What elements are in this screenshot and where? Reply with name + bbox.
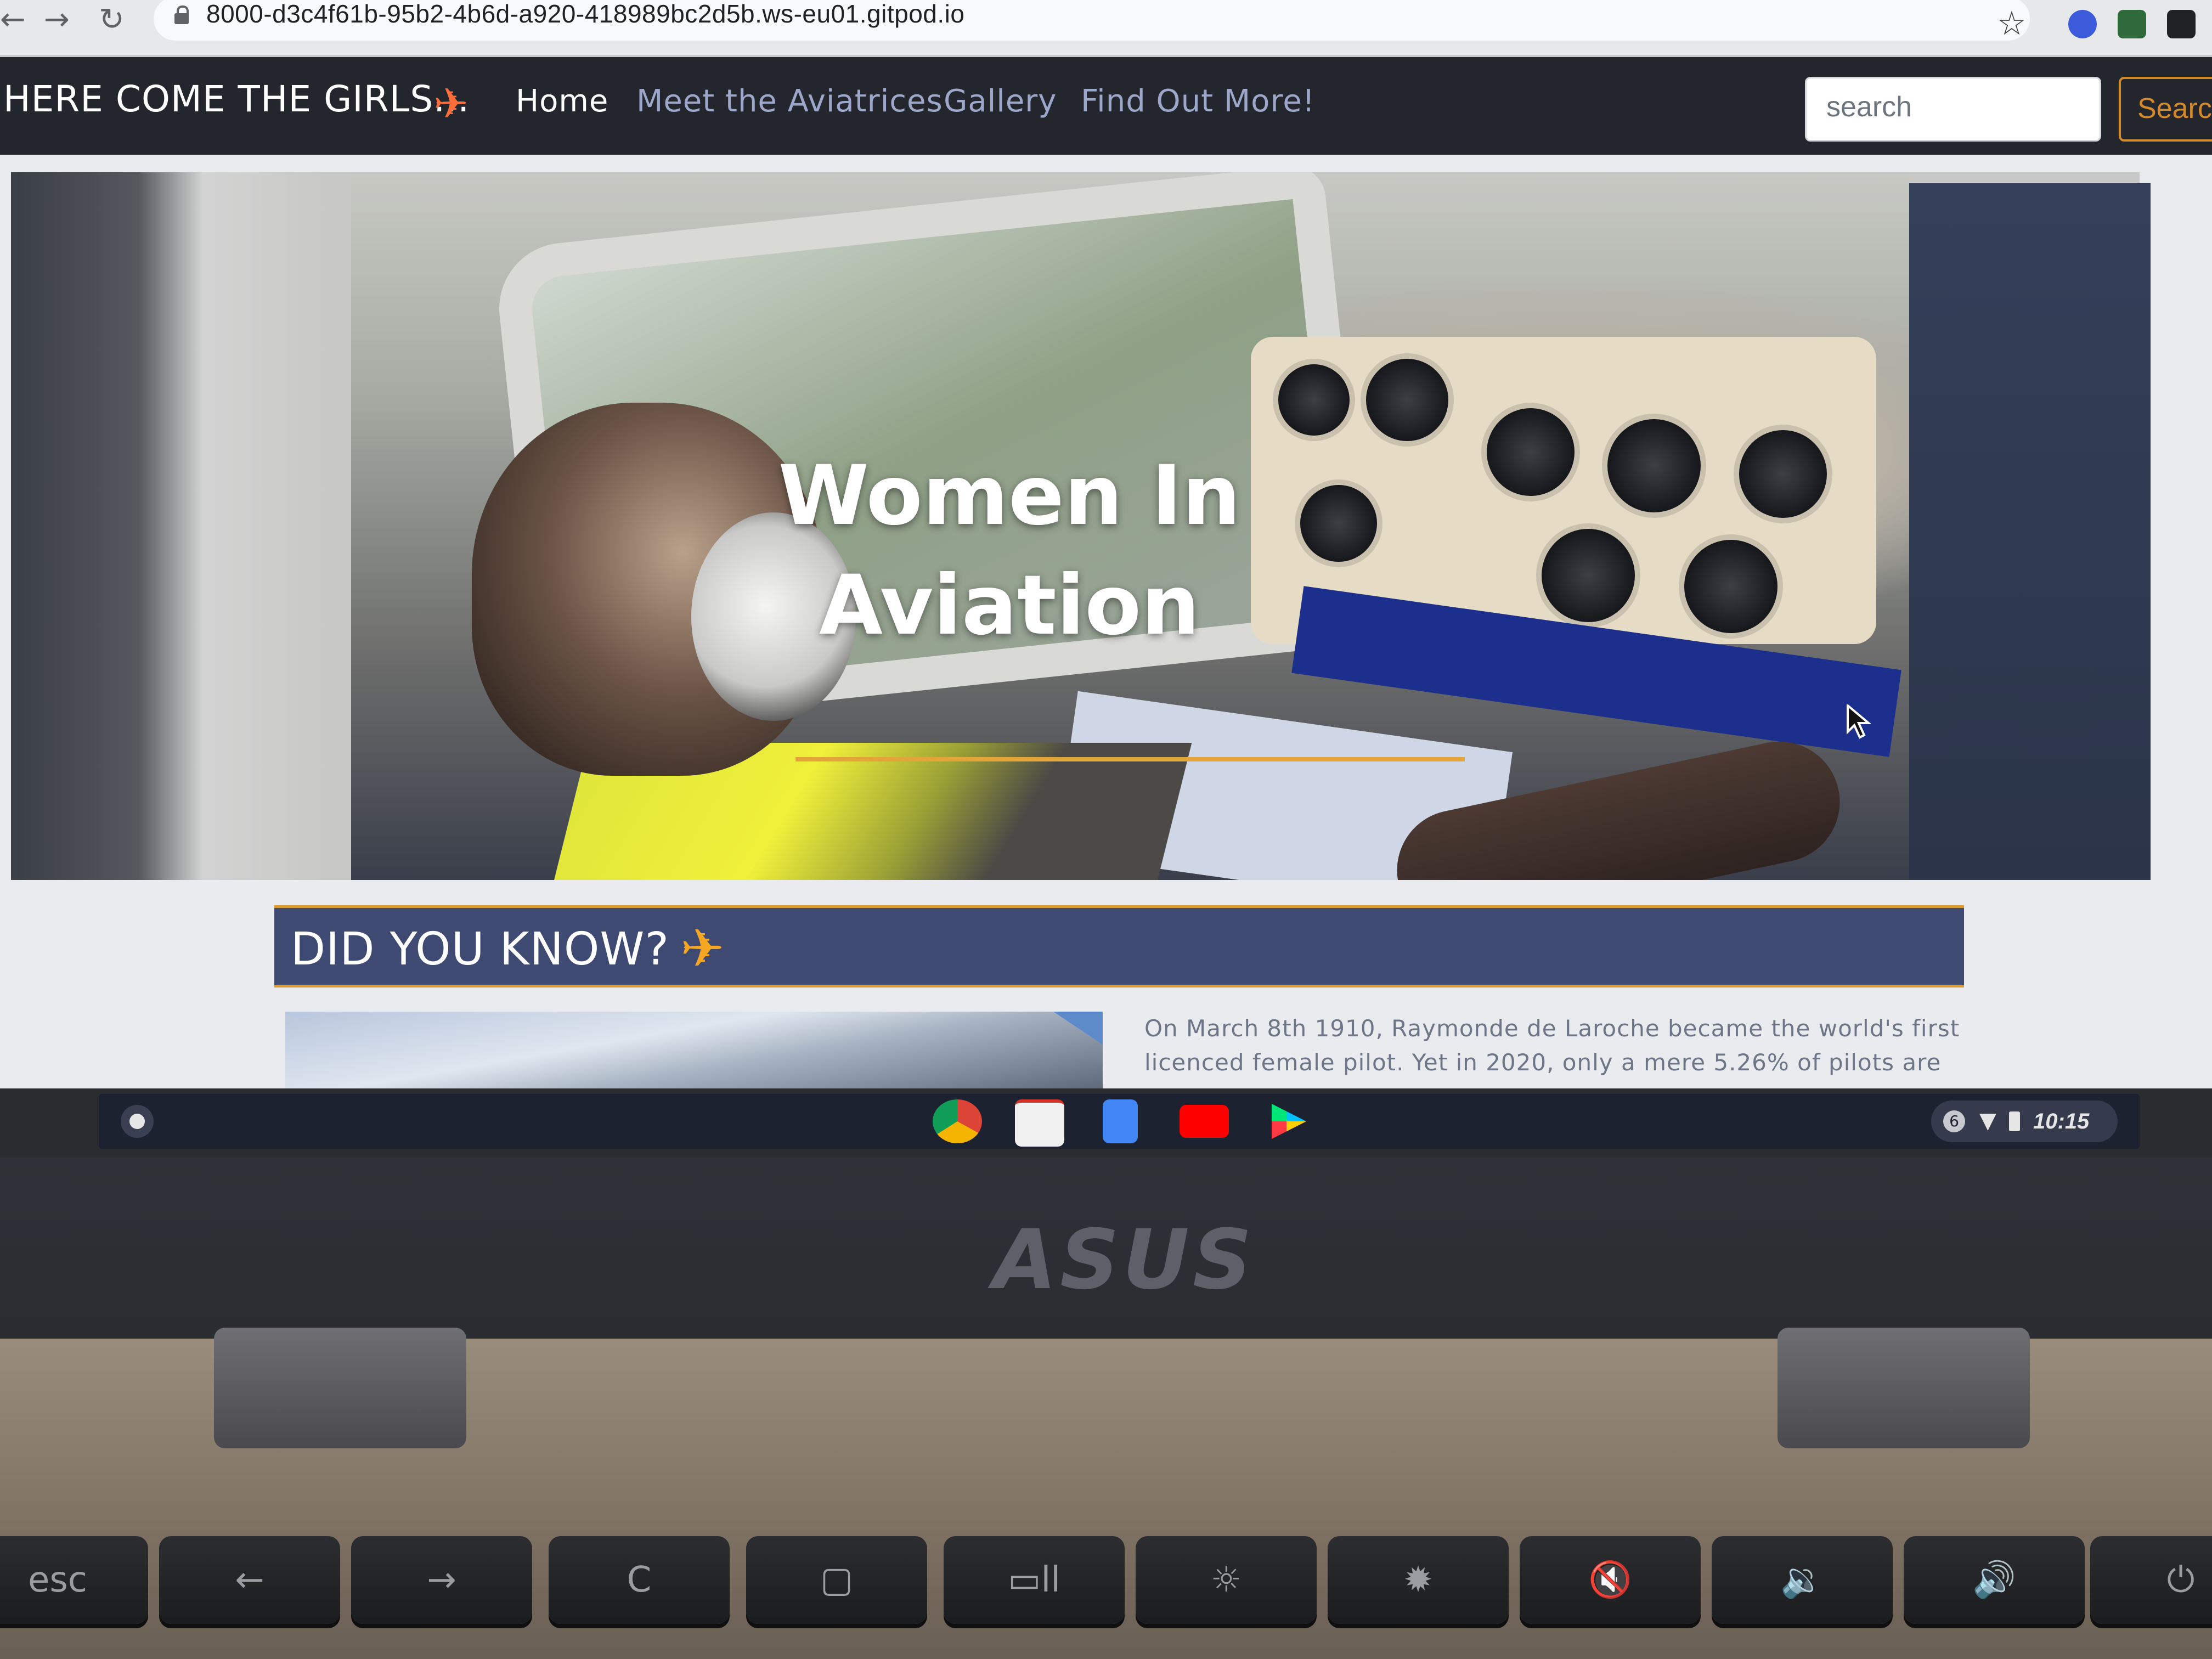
airplane-icon: ✈ <box>680 918 725 979</box>
key-mute[interactable]: 🔇 <box>1520 1536 1701 1624</box>
website: HERE COME THE GIRLS... ✈ Home Meet the A… <box>0 57 2212 1088</box>
nav-link-gallery[interactable]: Gallery <box>944 83 1057 119</box>
hero-title-line1: Women In <box>778 448 1241 544</box>
clock: 10:15 <box>2033 1109 2090 1133</box>
gauge-icon <box>1361 353 1454 447</box>
os-shelf: 6 ▼ 10:15 <box>99 1094 2140 1149</box>
gauge-icon <box>1273 359 1355 441</box>
chrome-icon[interactable] <box>933 1099 982 1143</box>
gauge-icon <box>1602 414 1706 518</box>
hero-title-line2: Aviation <box>819 558 1200 653</box>
search-input[interactable]: search <box>1805 77 2101 142</box>
back-icon[interactable]: ← <box>0 3 26 36</box>
gmail-icon[interactable] <box>1015 1099 1064 1147</box>
star-icon[interactable]: ☆ <box>1997 4 2027 43</box>
mouse-cursor-icon <box>1847 704 1871 739</box>
gauge-icon <box>1536 523 1640 628</box>
airplane-icon: ✈ <box>433 79 469 128</box>
docs-icon[interactable] <box>1103 1099 1138 1143</box>
browser-toolbar: ← → ↻ 8000-d3c4f61b-95b2-4b6d-a920-41898… <box>0 0 2212 57</box>
fact-line-2: licenced female pilot. Yet in 2020, only… <box>1144 1049 1942 1076</box>
top-navbar: HERE COME THE GIRLS... ✈ Home Meet the A… <box>0 57 2212 155</box>
play-store-icon[interactable] <box>1272 1104 1306 1139</box>
nav-link-home[interactable]: Home <box>516 83 608 119</box>
wifi-icon: ▼ <box>1979 1108 1996 1133</box>
hero-section: Women In Aviation <box>11 172 2151 880</box>
hero-title: Women In Aviation <box>571 441 1448 661</box>
key-overview[interactable]: ▭ll <box>944 1536 1125 1624</box>
key-back[interactable]: ← <box>159 1536 340 1624</box>
hinge-right <box>1778 1328 2030 1448</box>
notification-count-badge[interactable]: 6 <box>1943 1110 1965 1132</box>
hinge-left <box>214 1328 466 1448</box>
launcher-icon[interactable] <box>121 1105 154 1138</box>
did-you-know-banner: DID YOU KNOW? ✈ <box>274 905 1964 988</box>
key-fullscreen[interactable]: ▢ <box>746 1536 927 1624</box>
key-volume-down[interactable]: 🔉 <box>1712 1536 1893 1624</box>
youtube-icon[interactable] <box>1180 1105 1229 1138</box>
hero-underline <box>795 757 1465 761</box>
brand-title[interactable]: HERE COME THE GIRLS... <box>3 78 470 120</box>
nav-link-find-out-more[interactable]: Find Out More! <box>1081 83 1315 119</box>
address-bar[interactable]: 8000-d3c4f61b-95b2-4b6d-a920-418989bc2d5… <box>154 0 2030 41</box>
fact-image <box>285 1012 1103 1088</box>
fact-line-1: On March 8th 1910, Raymonde de Laroche b… <box>1144 1015 1960 1042</box>
gauge-icon <box>1734 425 1832 523</box>
lock-icon[interactable] <box>174 5 189 24</box>
key-forward[interactable]: → <box>351 1536 532 1624</box>
key-volume-up[interactable]: 🔊 <box>1904 1536 2085 1624</box>
reload-icon[interactable]: ↻ <box>99 3 125 36</box>
key-power[interactable]: ⏻ <box>2090 1536 2212 1624</box>
extension-shield-icon[interactable] <box>2068 10 2097 38</box>
forward-icon[interactable]: → <box>44 3 70 36</box>
key-brightness-up[interactable]: ✹ <box>1328 1536 1509 1624</box>
did-you-know-title: DID YOU KNOW? <box>291 923 670 975</box>
search-button[interactable]: Searc <box>2119 77 2212 142</box>
url-text[interactable]: 8000-d3c4f61b-95b2-4b6d-a920-418989bc2d5… <box>206 0 964 29</box>
key-brightness-down[interactable]: ☼ <box>1136 1536 1317 1624</box>
gauge-icon <box>1481 403 1580 501</box>
hero-side-panel <box>1898 183 2151 880</box>
key-refresh[interactable]: C <box>549 1536 730 1624</box>
extension-tree-icon[interactable] <box>2118 10 2146 38</box>
status-tray[interactable]: 6 ▼ 10:15 <box>1931 1101 2118 1142</box>
extensions-puzzle-icon[interactable] <box>2167 10 2196 38</box>
nav-link-meet-the-aviatrices[interactable]: Meet the Aviatrices <box>636 83 943 119</box>
asus-logo: ASUS <box>993 1212 1255 1308</box>
key-esc[interactable]: esc <box>0 1536 148 1624</box>
fact-paragraph: On March 8th 1910, Raymonde de Laroche b… <box>1144 1012 1967 1080</box>
gauge-icon <box>1679 534 1783 639</box>
battery-icon <box>2009 1111 2020 1131</box>
